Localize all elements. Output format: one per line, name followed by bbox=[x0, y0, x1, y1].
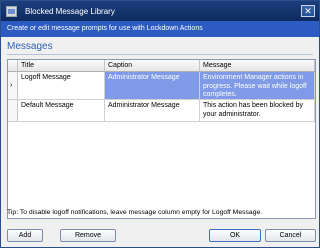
cell-message[interactable]: Environment Manager actions in progress.… bbox=[200, 72, 315, 99]
cell-message[interactable]: This action has been blocked by your adm… bbox=[200, 100, 315, 121]
table-row[interactable]: › Logoff Message Administrator Message E… bbox=[8, 72, 315, 100]
cell-title[interactable]: Logoff Message bbox=[18, 72, 105, 99]
add-button[interactable]: Add bbox=[7, 229, 43, 242]
remove-button[interactable]: Remove bbox=[60, 229, 116, 242]
tip-text: Tip: To disable logoff notifications, le… bbox=[7, 209, 263, 216]
column-header-title[interactable]: Title bbox=[18, 60, 105, 71]
title-bar[interactable]: Blocked Message Library ✕ bbox=[1, 1, 319, 21]
close-button[interactable]: ✕ bbox=[301, 5, 315, 17]
cell-title[interactable]: Default Message bbox=[18, 100, 105, 121]
cell-caption[interactable]: Administrator Message bbox=[105, 72, 200, 99]
window-title: Blocked Message Library bbox=[25, 6, 115, 16]
section-title: Messages bbox=[7, 41, 53, 52]
cell-caption[interactable]: Administrator Message bbox=[105, 100, 200, 121]
instruction-banner: Create or edit message prompts for use w… bbox=[1, 21, 319, 37]
row-selector-header bbox=[8, 60, 18, 71]
blocked-message-library-window: Blocked Message Library ✕ Create or edit… bbox=[0, 0, 320, 248]
cancel-button[interactable]: Cancel bbox=[265, 229, 316, 242]
column-header-message[interactable]: Message bbox=[200, 60, 315, 71]
table-row[interactable]: Default Message Administrator Message Th… bbox=[8, 100, 315, 122]
current-row-arrow-icon: › bbox=[10, 82, 13, 89]
section-divider bbox=[7, 54, 313, 55]
row-selector[interactable]: › bbox=[8, 72, 18, 99]
grid-header: Title Caption Message bbox=[8, 60, 315, 72]
ok-button[interactable]: OK bbox=[209, 229, 261, 242]
column-header-caption[interactable]: Caption bbox=[105, 60, 200, 71]
app-icon bbox=[6, 5, 17, 17]
messages-grid[interactable]: Title Caption Message › Logoff Message A… bbox=[7, 59, 316, 219]
row-selector[interactable] bbox=[8, 100, 18, 121]
